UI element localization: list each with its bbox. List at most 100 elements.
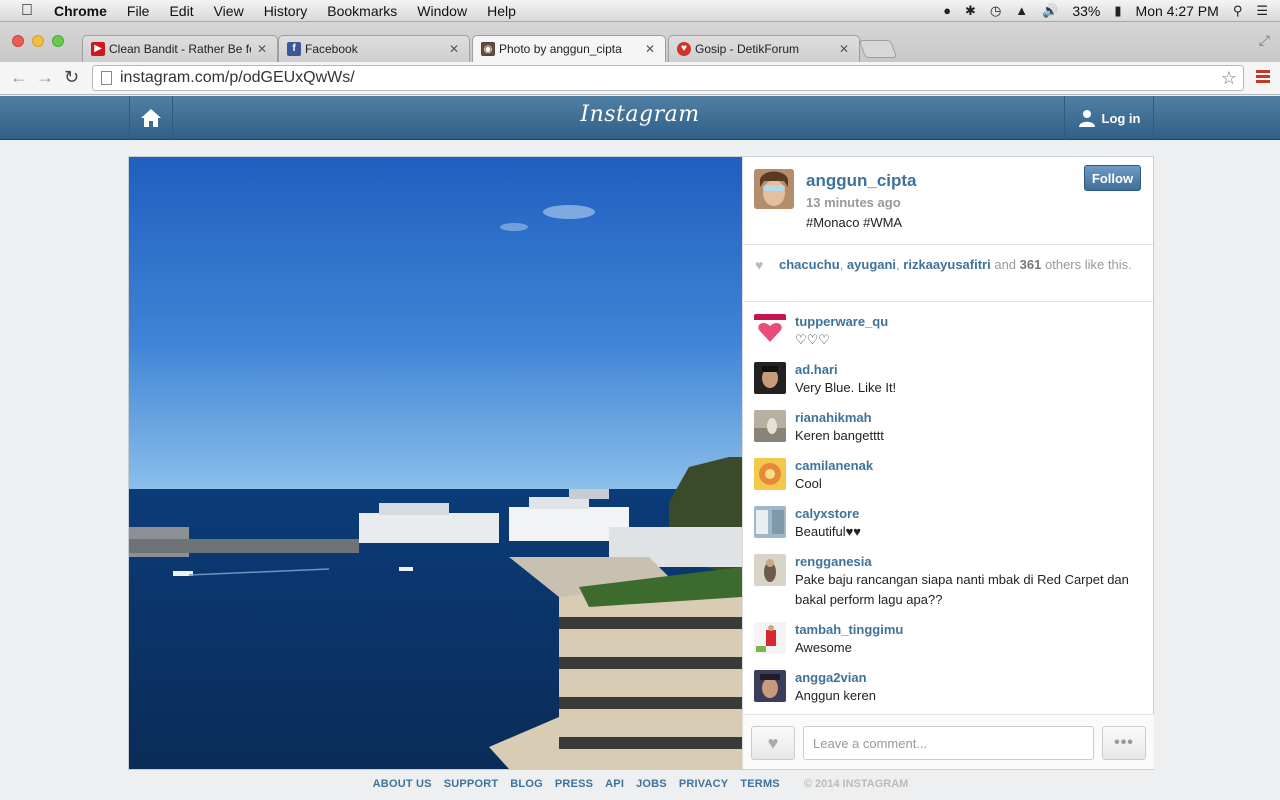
comment-username[interactable]: tambah_tinggimu [795,610,1154,638]
comment-username[interactable]: ad.hari [795,350,1154,378]
tab-label: Clean Bandit - Rather Be fe [109,42,251,56]
user-icon [1078,110,1095,127]
owner-username[interactable]: anggun_cipta [806,171,917,191]
comment-username[interactable]: camilanenak [795,446,1154,474]
close-window-button[interactable] [12,35,24,47]
comment-text: Cool [795,476,822,491]
new-tab-button[interactable] [858,40,898,58]
comment-text: Awesome [795,640,852,655]
notification-bell-icon[interactable]: ● [943,3,951,18]
comment-username[interactable]: calyxstore [795,494,1154,522]
menu-view[interactable]: View [204,3,254,19]
liker-link[interactable]: rizkaayusafitri [903,257,990,272]
apple-menu-icon[interactable]:  [0,2,54,20]
commenter-avatar[interactable] [754,670,786,702]
wifi-icon[interactable]: ▲ [1015,3,1028,18]
liker-link[interactable]: ayugani [847,257,896,272]
menu-history[interactable]: History [254,3,318,19]
footer-link-privacy[interactable]: PRIVACY [679,778,728,794]
commenter-avatar[interactable] [754,410,786,442]
commenter-avatar-image [754,362,786,394]
menu-edit[interactable]: Edit [159,3,203,19]
footer-link-blog[interactable]: BLOG [510,778,543,794]
back-arrow-icon[interactable]: ← [10,67,28,88]
volume-icon[interactable]: 🔊 [1042,3,1058,19]
post-timestamp[interactable]: 13 minutes ago [806,195,901,210]
post-photo[interactable] [129,157,742,769]
comment-username[interactable]: rengganesia [795,542,1154,570]
comment-text: Beautiful♥♥ [795,524,862,539]
address-bar[interactable]: instagram.com/p/odGEUxQwWs/ ☆ [92,65,1244,91]
follow-button[interactable]: Follow [1084,165,1141,191]
menu-file[interactable]: File [117,3,160,19]
notification-center-icon[interactable]: ☰ [1256,3,1268,19]
commenter-avatar[interactable] [754,622,786,654]
menu-help[interactable]: Help [477,3,526,19]
menu-window[interactable]: Window [407,3,477,19]
close-tab-icon[interactable]: ✕ [257,42,267,56]
commenter-avatar[interactable] [754,314,786,346]
browser-toolbar: ← → ↻ instagram.com/p/odGEUxQwWs/ ☆ [0,62,1280,95]
time-machine-icon[interactable]: ◷ [990,3,1001,19]
liker-link[interactable]: chacuchu [779,257,840,272]
zoom-window-button[interactable] [52,35,64,47]
close-tab-icon[interactable]: ✕ [645,42,655,56]
menu-bookmarks[interactable]: Bookmarks [317,3,407,19]
instagram-logo[interactable]: Instagram [540,102,740,127]
comment-input[interactable] [803,726,1094,760]
tab-instagram-photo[interactable]: ◉ Photo by anggun_cipta ✕ [472,35,666,62]
clock[interactable]: Mon 4:27 PM [1136,3,1219,19]
forward-arrow-icon[interactable]: → [36,67,54,88]
commenter-avatar-image [754,314,786,346]
comment-username[interactable]: angga2vian [795,658,1154,686]
commenter-avatar-image [754,670,786,702]
footer-link-support[interactable]: SUPPORT [444,778,499,794]
likes-section: ♥ chacuchu, ayugani, rizkaayusafitri and… [743,245,1153,302]
tab-clean-bandit[interactable]: ▶ Clean Bandit - Rather Be fe ✕ [82,35,278,62]
close-tab-icon[interactable]: ✕ [449,42,459,56]
url-text[interactable]: instagram.com/p/odGEUxQwWs/ [120,69,355,87]
tab-facebook[interactable]: f Facebook ✕ [278,35,470,62]
owner-avatar[interactable] [754,169,794,209]
bluetooth-icon[interactable]: ✱ [965,3,976,19]
likes-and: and [994,257,1017,272]
footer-link-about[interactable]: ABOUT US [373,778,432,794]
comment-item: angga2vian Anggun keren [743,658,1154,706]
battery-percent[interactable]: 33% [1072,3,1100,19]
menu-app-chrome[interactable]: Chrome [54,3,117,19]
footer-link-press[interactable]: PRESS [555,778,593,794]
post-card: anggun_cipta 13 minutes ago #Monaco #WMA… [128,156,1154,770]
spotlight-search-icon[interactable]: ⚲ [1233,3,1243,19]
fullscreen-icon[interactable]: ⤢ [1259,32,1270,49]
tab-detikforum[interactable]: ♥ Gosip - DetikForum ✕ [668,35,860,62]
comment-item: tupperware_qu ♡♡♡ [743,302,1154,350]
comment-username[interactable]: tupperware_qu [795,302,1154,330]
like-button[interactable]: ♥ [751,726,795,760]
comment-item: rengganesia Pake baju rancangan siapa na… [743,542,1154,610]
footer-link-api[interactable]: API [605,778,624,794]
login-button[interactable]: Log in [1064,96,1154,140]
battery-icon[interactable]: ▮ [1114,3,1121,19]
footer-link-jobs[interactable]: JOBS [636,778,667,794]
post-owner-section: anggun_cipta 13 minutes ago #Monaco #WMA… [743,157,1153,245]
comment-item: tambah_tinggimu Awesome [743,610,1154,658]
commenter-avatar[interactable] [754,362,786,394]
close-tab-icon[interactable]: ✕ [839,42,849,56]
commenter-avatar[interactable] [754,506,786,538]
minimize-window-button[interactable] [32,35,44,47]
home-icon [141,109,161,127]
bookmark-star-icon[interactable]: ☆ [1221,68,1237,89]
commenter-avatar[interactable] [754,554,786,586]
comment-username[interactable]: rianahikmah [795,398,1154,426]
status-area: ● ✱ ◷ ▲ 🔊 33% ▮ Mon 4:27 PM ⚲ ☰ [943,3,1280,19]
reload-icon[interactable]: ↻ [64,67,79,88]
chrome-menu-icon[interactable] [1256,70,1270,85]
home-button[interactable] [129,96,173,140]
commenter-avatar-image [754,554,786,586]
likes-count[interactable]: 361 [1020,257,1042,272]
more-options-button[interactable]: ••• [1102,726,1146,760]
comment-item: ad.hari Very Blue. Like It! [743,350,1154,398]
footer-link-terms[interactable]: TERMS [740,778,780,794]
commenter-avatar[interactable] [754,458,786,490]
comment-list: tupperware_qu ♡♡♡ ad.hari Very Blue. Lik… [743,302,1154,714]
